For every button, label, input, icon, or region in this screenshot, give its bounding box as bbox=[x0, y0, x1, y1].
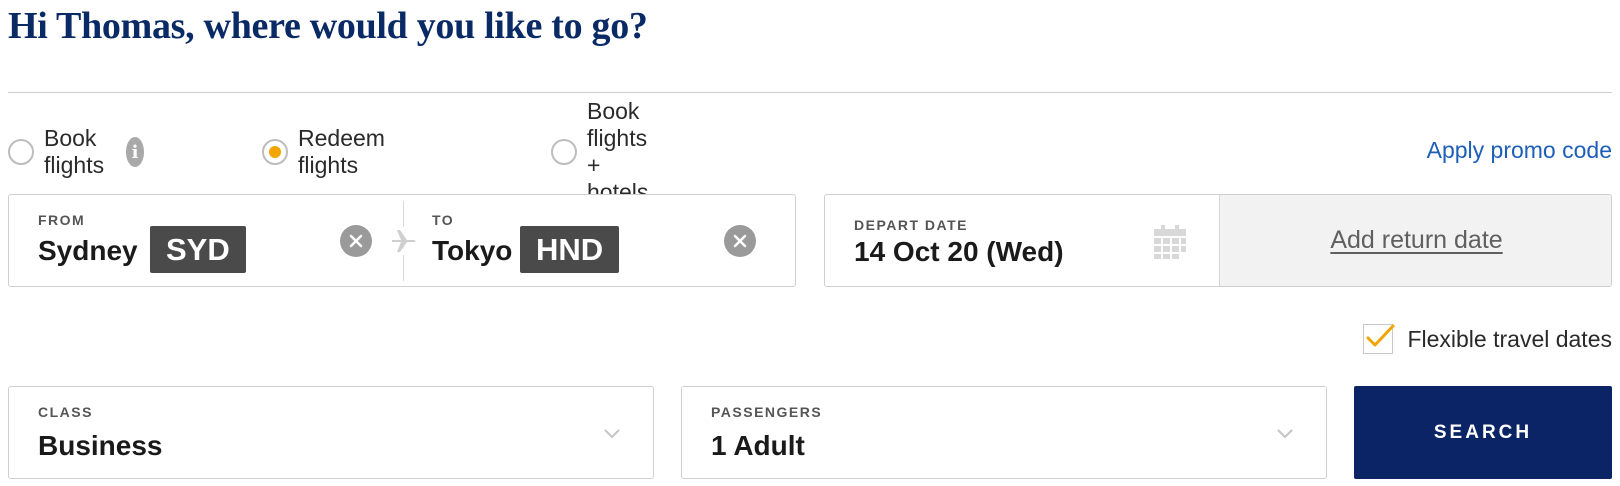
radio-circle[interactable] bbox=[8, 139, 34, 165]
add-return-date-button[interactable]: Add return date bbox=[1219, 195, 1611, 286]
depart-date-label: DEPART DATE bbox=[854, 217, 968, 233]
search-button[interactable]: SEARCH bbox=[1354, 386, 1612, 479]
flexible-dates-checkbox[interactable] bbox=[1363, 324, 1395, 354]
close-icon bbox=[349, 234, 363, 248]
radio-label: Redeem flights bbox=[298, 125, 385, 178]
from-city: Sydney bbox=[38, 235, 138, 266]
from-field[interactable]: FROM Sydney SYD bbox=[9, 195, 403, 286]
chevron-down-icon bbox=[1277, 429, 1293, 439]
apply-promo-link[interactable]: Apply promo code bbox=[1427, 137, 1612, 164]
to-field[interactable]: TO Tokyo HND bbox=[403, 195, 797, 286]
to-city: Tokyo bbox=[432, 235, 513, 266]
radio-book-flights[interactable]: Book flights i bbox=[8, 125, 145, 178]
from-airport-code: SYD bbox=[150, 226, 246, 273]
radio-label: Book flights bbox=[44, 125, 105, 178]
passengers-value: 1 Adult bbox=[711, 430, 805, 461]
checkmark-icon bbox=[1366, 324, 1395, 347]
divider bbox=[8, 92, 1612, 93]
class-select[interactable]: CLASS Business bbox=[8, 386, 654, 479]
clear-to-button[interactable] bbox=[724, 225, 756, 257]
class-label: CLASS bbox=[38, 404, 93, 420]
chevron-down-icon bbox=[604, 429, 620, 439]
info-icon[interactable]: i bbox=[125, 137, 145, 167]
flexible-dates-label: Flexible travel dates bbox=[1407, 325, 1612, 352]
class-value: Business bbox=[38, 430, 163, 461]
page-title: Hi Thomas, where would you like to go? bbox=[8, 5, 648, 47]
add-return-date-link[interactable]: Add return date bbox=[1330, 226, 1502, 255]
date-field-group: DEPART DATE 14 Oct 20 (Wed) Add return d… bbox=[824, 194, 1612, 287]
passengers-label: PASSENGERS bbox=[711, 404, 823, 420]
radio-label: Book flights + hotels bbox=[587, 98, 649, 205]
to-airport-code: HND bbox=[520, 226, 620, 273]
close-icon bbox=[733, 234, 747, 248]
radio-circle-selected[interactable] bbox=[262, 139, 288, 165]
radio-book-flights-hotels[interactable]: Book flights + hotels bbox=[551, 98, 648, 205]
depart-date-value: 14 Oct 20 (Wed) bbox=[854, 236, 1064, 267]
radio-circle[interactable] bbox=[551, 139, 577, 165]
flexible-dates-checkbox-row[interactable]: Flexible travel dates bbox=[1363, 324, 1612, 354]
calendar-icon[interactable] bbox=[1151, 223, 1189, 261]
clear-from-button[interactable] bbox=[340, 225, 372, 257]
to-label: TO bbox=[432, 212, 455, 228]
depart-date-field[interactable]: DEPART DATE 14 Oct 20 (Wed) bbox=[825, 195, 1219, 286]
passengers-select[interactable]: PASSENGERS 1 Adult bbox=[681, 386, 1327, 479]
radio-redeem-flights[interactable]: Redeem flights bbox=[262, 125, 385, 178]
from-label: FROM bbox=[38, 212, 86, 228]
route-field-group: FROM Sydney SYD TO Tokyo HND bbox=[8, 194, 796, 287]
